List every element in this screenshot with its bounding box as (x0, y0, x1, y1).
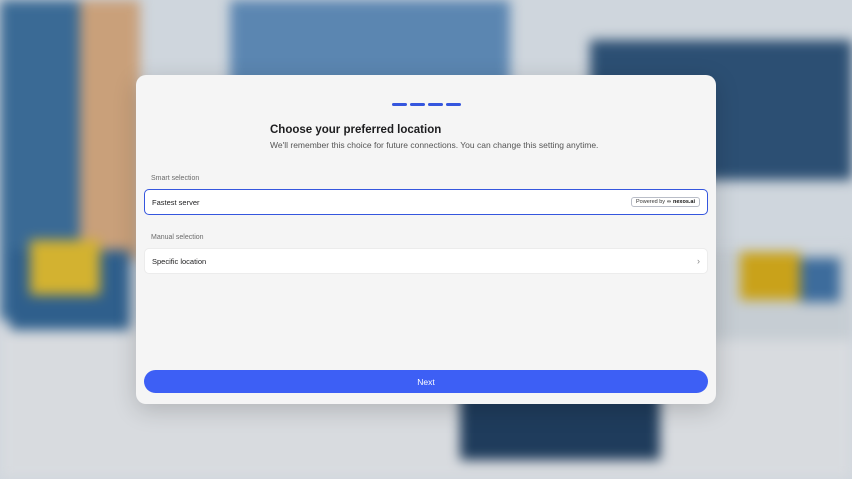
smart-selection-label: Smart selection (151, 175, 200, 182)
powered-by-badge: Powered by ∞ nexos.ai (631, 197, 700, 207)
progress-stepper (392, 103, 461, 106)
location-dialog: Choose your preferred location We'll rem… (136, 75, 716, 404)
step-indicator (410, 103, 425, 106)
step-indicator (392, 103, 407, 106)
nexos-logo-icon: ∞ (667, 199, 671, 205)
dialog-title: Choose your preferred location (270, 124, 442, 136)
fastest-server-label: Fastest server (152, 197, 200, 207)
chevron-right-icon: › (697, 256, 700, 266)
specific-location-option[interactable]: Specific location › (144, 248, 708, 274)
fastest-server-option[interactable]: Fastest server Powered by ∞ nexos.ai (144, 189, 708, 215)
manual-selection-label: Manual selection (151, 234, 204, 241)
step-indicator (428, 103, 443, 106)
next-button[interactable]: Next (144, 370, 708, 393)
step-indicator (446, 103, 461, 106)
badge-brand: nexos.ai (672, 199, 695, 205)
dialog-subtitle: We'll remember this choice for future co… (270, 140, 599, 150)
badge-prefix: Powered by (636, 199, 666, 205)
specific-location-label: Specific location (152, 256, 207, 266)
